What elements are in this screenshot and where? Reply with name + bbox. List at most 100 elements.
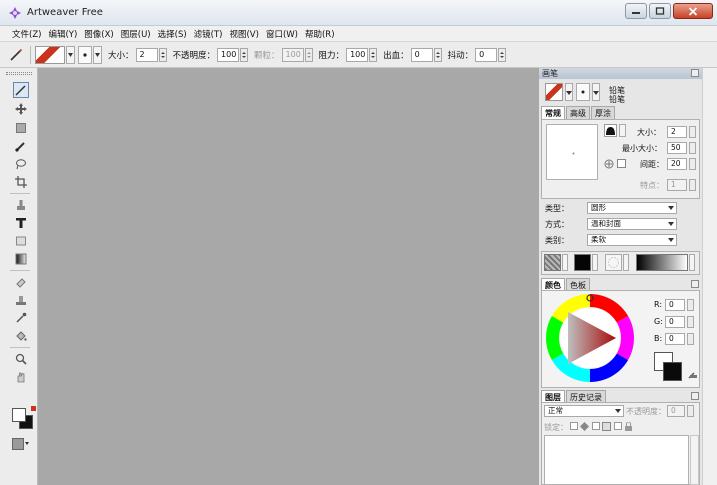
nozzle-swatch[interactable] (605, 254, 622, 271)
menu-view[interactable]: 视图(V) (229, 28, 258, 40)
tab-advanced[interactable]: 高级 (566, 106, 590, 120)
move-tool-button[interactable] (13, 101, 29, 117)
bleed-input[interactable]: 0 (410, 47, 433, 62)
color-wheel[interactable] (544, 292, 636, 384)
shape-tool-button[interactable] (13, 233, 29, 249)
foreground-background-colors[interactable] (12, 406, 36, 432)
brush-preset-dropdown[interactable] (66, 45, 75, 64)
lock-pixels-checkbox[interactable] (592, 422, 600, 430)
stamp-tool-button[interactable] (13, 197, 29, 213)
brush-tip-dropdown[interactable] (619, 124, 626, 137)
pressure-sensitivity-icon[interactable] (604, 159, 614, 169)
current-tool-pencil-icon[interactable] (6, 45, 26, 65)
minimize-button[interactable] (625, 3, 647, 19)
g-spinner[interactable] (687, 316, 694, 328)
menu-filter[interactable]: 滤镜(T) (194, 28, 223, 40)
bleed-spinner[interactable] (433, 47, 442, 62)
brush-variant-swatch[interactable] (576, 83, 590, 101)
clone-stamp-icon (16, 296, 26, 305)
jitter-spinner[interactable] (498, 47, 507, 62)
paper-texture-dropdown[interactable] (562, 254, 568, 271)
paper-texture-swatch[interactable] (544, 254, 561, 271)
menu-layer[interactable]: 图层(U) (121, 28, 151, 40)
method-select[interactable]: 温和封面 (587, 218, 677, 230)
type-select[interactable]: 圆形 (587, 202, 677, 214)
brush-variant-dropdown[interactable] (592, 83, 600, 101)
lock-transparency-checkbox[interactable] (570, 422, 578, 430)
brush-size-input[interactable]: 2 (667, 126, 687, 138)
close-button[interactable] (673, 3, 713, 19)
maximize-button[interactable] (649, 3, 671, 19)
resist-spinner[interactable] (369, 47, 378, 62)
lock-all-checkbox[interactable] (614, 422, 622, 430)
brush-category-dropdown[interactable] (565, 83, 573, 101)
layer-list[interactable] (544, 435, 689, 485)
min-size-input[interactable]: 50 (667, 142, 687, 154)
gradient-swatch[interactable] (636, 254, 688, 271)
pattern-swatch[interactable] (574, 254, 591, 271)
spacing-input[interactable]: 20 (667, 158, 687, 170)
dot-icon (83, 52, 87, 57)
gradient-tool-button[interactable] (13, 251, 29, 267)
menu-image[interactable]: 图像(X) (84, 28, 113, 40)
brush-category-swatch[interactable] (545, 83, 563, 101)
tab-general[interactable]: 常规 (541, 106, 565, 120)
g-input[interactable]: 0 (665, 316, 685, 328)
menu-edit[interactable]: 编辑(Y) (48, 28, 77, 40)
pencil-tool-button[interactable] (13, 82, 29, 98)
pattern-dropdown[interactable] (592, 254, 598, 271)
fill-tool-button[interactable] (13, 328, 29, 344)
menu-select[interactable]: 选择(S) (158, 28, 187, 40)
panel-pin-icon[interactable] (691, 69, 699, 77)
eyedropper-tool-button[interactable] (13, 310, 29, 326)
canvas-area[interactable] (38, 68, 539, 485)
brush-tip-selector[interactable] (78, 45, 92, 64)
jitter-input[interactable]: 0 (475, 47, 498, 62)
clone-tool-button[interactable] (13, 292, 29, 308)
eraser-tool-button[interactable] (13, 274, 29, 290)
nozzle-dropdown[interactable] (623, 254, 629, 271)
brush-tip-shape[interactable] (604, 124, 617, 137)
menu-window[interactable]: 窗口(W) (266, 28, 298, 40)
background-color-swatch[interactable] (663, 362, 682, 381)
min-size-spinner[interactable] (689, 142, 696, 154)
resist-input[interactable]: 100 (346, 47, 369, 62)
source-select[interactable]: 柔软 (587, 234, 677, 246)
rect-select-tool-button[interactable] (13, 120, 29, 136)
panel-pin-icon[interactable] (691, 280, 699, 288)
opacity-label: 不透明度： (172, 50, 216, 61)
brush-size-spinner[interactable] (689, 126, 696, 138)
eyedropper-icon[interactable] (688, 369, 698, 379)
crop-tool-button[interactable] (13, 174, 29, 190)
tab-impasto[interactable]: 厚涂 (591, 106, 615, 120)
hand-tool-button[interactable] (13, 369, 29, 385)
menu-file[interactable]: 文件(Z) (12, 28, 41, 40)
r-input[interactable]: 0 (665, 299, 685, 311)
r-spinner[interactable] (687, 299, 694, 311)
blend-mode-select[interactable]: 正常 (544, 405, 624, 417)
toolbox-grip[interactable] (6, 72, 32, 75)
color-panel-fg-bg[interactable] (654, 352, 684, 382)
spacing-spinner[interactable] (689, 158, 696, 170)
size-input[interactable]: 2 (135, 47, 158, 62)
text-tool-button[interactable] (13, 215, 29, 231)
menu-help[interactable]: 帮助(R) (305, 28, 335, 40)
type-label: 类型： (545, 204, 569, 213)
swap-colors-icon[interactable] (31, 406, 36, 411)
foreground-color-swatch[interactable] (12, 408, 26, 422)
size-spinner[interactable] (158, 47, 167, 62)
brush-preset-swatch[interactable] (35, 45, 65, 64)
layer-list-scrollbar[interactable] (690, 435, 699, 485)
zoom-tool-button[interactable] (13, 351, 29, 367)
brush-tool-button[interactable] (13, 138, 29, 154)
panel-pin-icon[interactable] (691, 392, 699, 400)
brush-tip-dropdown[interactable] (93, 45, 102, 64)
b-input[interactable]: 0 (665, 333, 685, 345)
paper-texture-selector[interactable] (11, 436, 31, 452)
lasso-tool-button[interactable] (13, 156, 29, 172)
opacity-input[interactable]: 100 (217, 47, 240, 62)
opacity-spinner[interactable] (240, 47, 249, 62)
spacing-checkbox[interactable] (617, 159, 626, 168)
b-spinner[interactable] (687, 333, 694, 345)
gradient-dropdown[interactable] (689, 254, 695, 271)
